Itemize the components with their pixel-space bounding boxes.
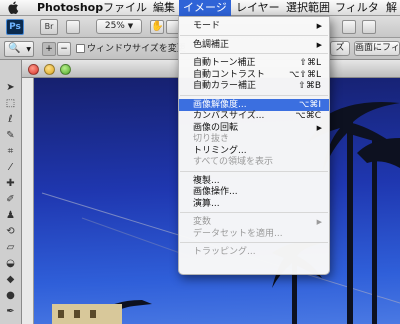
menu-more[interactable]: 解 xyxy=(386,0,397,16)
lasso-tool-icon[interactable]: ℓ xyxy=(3,112,18,127)
menu-filter[interactable]: フィルタ xyxy=(335,0,379,16)
menu-item-label: 自動トーン補正 xyxy=(193,58,256,68)
submenu-arrow-icon: ▶ xyxy=(316,22,322,30)
submenu-arrow-icon: ▶ xyxy=(316,123,322,132)
menu-item-label: トリミング... xyxy=(193,145,247,156)
menu-item[interactable]: 画像解像度... ⌥⌘I xyxy=(179,98,329,111)
dodge-tool-icon[interactable]: ● xyxy=(3,288,18,303)
menu-item-label: データセットを適用... xyxy=(193,228,283,239)
menu-photoshop[interactable]: Photoshop xyxy=(37,0,103,16)
eyedropper-icon[interactable]: ⁄ xyxy=(3,160,18,175)
clone-stamp-icon[interactable]: ♟ xyxy=(3,208,18,223)
menu-separator xyxy=(180,170,328,172)
zoom-out-icon[interactable]: − xyxy=(57,42,71,56)
menu-item: 切り抜き xyxy=(179,133,329,145)
menu-item[interactable]: 自動カラー補正 ⇧⌘B xyxy=(179,80,329,92)
menu-item[interactable]: 自動トーン補正 ⇧⌘L xyxy=(179,57,329,69)
menu-item[interactable]: カンバスサイズ... ⌥⌘C xyxy=(179,110,329,122)
menu-separator xyxy=(180,34,328,36)
menu-select[interactable]: 選択範囲 xyxy=(286,0,330,16)
crop-tool-icon[interactable]: ⌗ xyxy=(3,144,18,159)
menu-item-label: 画像操作... xyxy=(193,187,238,197)
menu-item-label: モード xyxy=(193,21,221,31)
image-menu: モード ▶ 色調補正 ▶ 自動トーン補正 ⇧⌘L 自動コントラスト ⌥⇧⌘L 自動カラー補正 ⇧⌘… xyxy=(178,16,330,275)
move-tool-icon[interactable]: ➤ xyxy=(3,80,18,95)
submenu-arrow-icon: ▶ xyxy=(316,218,322,226)
menu-item-label: 複製... xyxy=(193,175,220,186)
menu-item-shortcut: ⇧⌘B xyxy=(298,81,321,91)
menu-item-label: 画像解像度... xyxy=(193,99,247,110)
chevron-down-icon: ▼ xyxy=(127,22,134,30)
resize-window-label: ウィンドウサイズを変更 xyxy=(87,44,186,54)
menu-item-shortcut: ⌥⇧⌘L xyxy=(289,69,321,80)
menu-bar: Photoshop ファイル 編集 イメージ レイヤー 選択範囲 フィルタ 解 xyxy=(0,0,400,16)
screen-mode-button[interactable] xyxy=(362,20,376,34)
resize-window-checkbox[interactable] xyxy=(76,44,85,53)
menu-item-label: 切り抜き xyxy=(193,134,230,144)
vertical-ruler xyxy=(22,78,34,324)
menu-item: データセットを適用... xyxy=(179,228,329,240)
menu-item-label: 演算... xyxy=(193,198,220,209)
submenu-arrow-icon: ▶ xyxy=(316,40,322,49)
menu-image[interactable]: イメージ xyxy=(179,0,231,16)
ps-badge[interactable]: Ps xyxy=(6,19,24,35)
pen-tool-icon[interactable]: ✒ xyxy=(3,304,18,319)
menu-edit[interactable]: 編集 xyxy=(153,0,175,16)
menu-item-label: 画像の回転 xyxy=(193,122,239,133)
menu-item-label: 自動コントラスト xyxy=(193,69,265,80)
zoom-icon: 🔍 xyxy=(8,43,21,54)
menu-file[interactable]: ファイル xyxy=(103,0,147,16)
apple-icon[interactable] xyxy=(8,0,19,16)
zoom-window-button[interactable] xyxy=(60,64,71,75)
minimize-window-button[interactable] xyxy=(44,64,55,75)
view-extras-button[interactable] xyxy=(66,20,80,34)
menu-item: トラッピング... xyxy=(179,246,329,258)
menu-item[interactable]: モード ▶ xyxy=(179,20,329,32)
menu-item: 変数 ▶ xyxy=(179,216,329,228)
zoom-in-icon[interactable]: + xyxy=(42,42,56,56)
menu-item[interactable]: 複製... xyxy=(179,175,329,187)
brush-tool-icon[interactable]: ✐ xyxy=(3,192,18,207)
fit-screen-button[interactable]: 画面にフィ xyxy=(354,41,400,56)
menu-item[interactable]: 画像の回転 ▶ xyxy=(179,122,329,134)
menu-separator xyxy=(180,53,328,54)
menu-item[interactable]: 演算... xyxy=(179,198,329,210)
tools-panel: ➤ ⬚ ℓ ✎ ⌗ ⁄ ✚ ✐ ♟ ⟲ ▱ ◒ ◆ ● ✒ xyxy=(0,60,22,324)
zoom-select[interactable]: 25% ▼ xyxy=(96,19,142,34)
menu-item-label: トラッピング... xyxy=(193,247,256,257)
zoom-value: 25% xyxy=(104,21,125,31)
menu-item-label: 色調補正 xyxy=(193,39,230,50)
menu-separator xyxy=(180,212,328,213)
menu-separator xyxy=(180,94,328,96)
menu-item-label: 変数 xyxy=(193,217,212,227)
tool-preset-picker[interactable]: 🔍 ▼ xyxy=(4,41,34,57)
chevron-down-icon: ▼ xyxy=(26,46,31,53)
menu-item[interactable]: トリミング... xyxy=(179,145,329,157)
blur-tool-icon[interactable]: ◆ xyxy=(3,272,18,287)
menu-separator xyxy=(180,242,328,243)
br-badge[interactable]: Br xyxy=(40,19,58,35)
menu-item-label: すべての領域を表示 xyxy=(193,157,274,167)
menu-item-shortcut: ⌥⌘C xyxy=(295,111,321,121)
menu-layer[interactable]: レイヤー xyxy=(236,0,280,16)
hand-icon[interactable]: ✋ xyxy=(150,20,164,34)
close-window-button[interactable] xyxy=(28,64,39,75)
paint-bucket-icon[interactable]: ◒ xyxy=(3,256,18,271)
menu-item-shortcut: ⇧⌘L xyxy=(299,58,321,68)
menu-item[interactable]: 画像操作... xyxy=(179,186,329,198)
menu-item[interactable]: 自動コントラスト ⌥⇧⌘L xyxy=(179,69,329,81)
arrange-docs-button[interactable] xyxy=(342,20,356,34)
menu-item-shortcut: ⌥⌘I xyxy=(298,99,321,110)
marquee-tool-icon[interactable]: ⬚ xyxy=(3,96,18,111)
eraser-icon[interactable]: ▱ xyxy=(3,240,18,255)
menu-item: すべての領域を表示 xyxy=(179,156,329,168)
zoom-all-button[interactable]: ズ xyxy=(330,41,350,56)
history-brush-icon[interactable]: ⟲ xyxy=(3,224,18,239)
quick-select-icon[interactable]: ✎ xyxy=(3,128,18,143)
menu-item-label: 自動カラー補正 xyxy=(193,81,257,91)
healing-brush-icon[interactable]: ✚ xyxy=(3,176,18,191)
menu-item-label: カンバスサイズ... xyxy=(193,111,265,121)
menu-item[interactable]: 色調補正 ▶ xyxy=(179,39,329,51)
